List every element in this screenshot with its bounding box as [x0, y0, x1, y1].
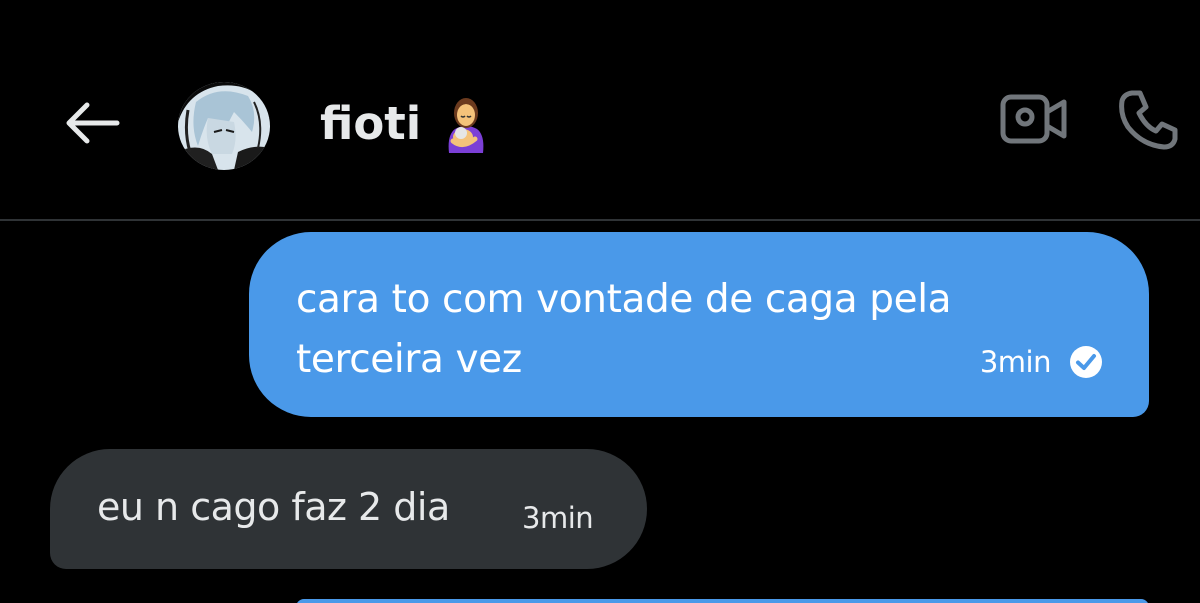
- video-camera-icon: [1000, 94, 1067, 144]
- message-timestamp: 3min: [522, 501, 594, 535]
- message-line: cara to com vontade de caga pela: [296, 277, 952, 322]
- header-divider: [0, 219, 1200, 221]
- avatar-image: [178, 82, 270, 170]
- message-text: eu n cago faz 2 dia: [97, 485, 450, 529]
- voice-call-button[interactable]: [1110, 82, 1186, 158]
- conversation-header: fioti: [0, 0, 1200, 220]
- outgoing-message-bubble[interactable]: cara to com vontade de caga pela terceir…: [249, 232, 1149, 417]
- outgoing-message-bubble-partial: [296, 599, 1149, 603]
- avatar[interactable]: [178, 82, 270, 170]
- breastfeeding-woman-emoji-icon: [439, 93, 493, 153]
- phone-icon: [1119, 90, 1178, 150]
- message-timestamp: 3min: [979, 345, 1052, 379]
- check-circle-icon: [1069, 345, 1103, 379]
- contact-name: fioti: [320, 96, 422, 150]
- message-text: cara to com vontade de caga pela terceir…: [296, 270, 1056, 390]
- message-meta: 3min: [980, 345, 1103, 379]
- video-call-button[interactable]: [996, 82, 1072, 158]
- arrow-left-icon: [66, 102, 120, 144]
- message-line: terceira vez: [296, 337, 522, 382]
- back-button[interactable]: [60, 95, 122, 151]
- contact-info[interactable]: fioti: [320, 88, 493, 158]
- dm-conversation-screen: fioti cara to com vontade de caga pela t…: [0, 0, 1200, 603]
- incoming-message-bubble[interactable]: eu n cago faz 2 dia 3min: [50, 449, 647, 569]
